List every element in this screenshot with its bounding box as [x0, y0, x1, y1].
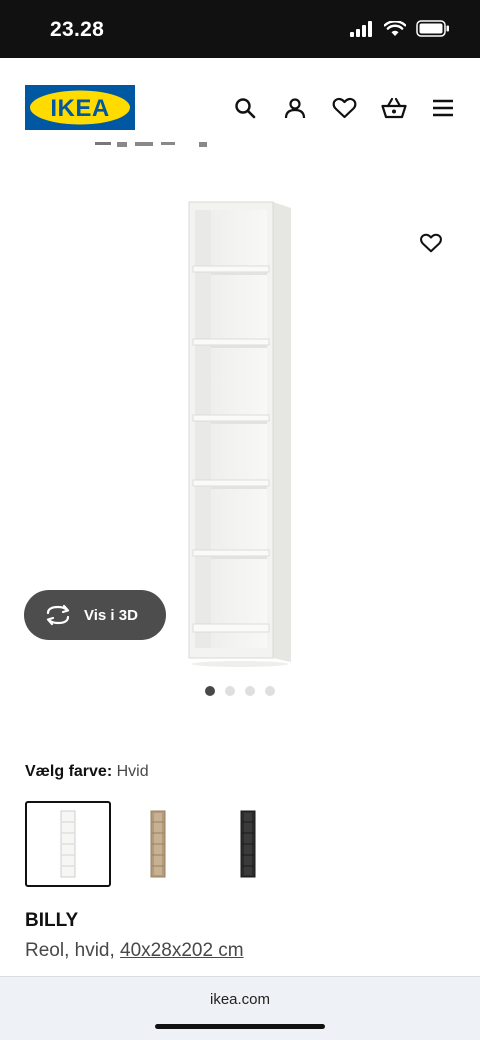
search-icon — [235, 98, 256, 119]
battery-icon — [416, 20, 449, 37]
product-description-text: Reol, hvid, — [25, 940, 121, 961]
site-header: IKEA — [0, 58, 480, 154]
product-measurements-link[interactable]: 40x28x202 cm — [120, 940, 244, 961]
ikea-logo[interactable]: IKEA — [25, 85, 135, 130]
status-icons — [350, 20, 450, 37]
product-description: Reol, hvid, 40x28x202 cm — [25, 940, 244, 962]
color-label: Vælg farve: — [25, 763, 113, 780]
product-name: BILLY — [25, 910, 79, 931]
rotate-3d-icon — [46, 604, 70, 626]
swatch-black-brown[interactable] — [205, 801, 291, 887]
home-indicator[interactable] — [155, 1024, 325, 1029]
heart-icon — [420, 233, 442, 253]
view-in-3d-label: Vis i 3D — [84, 606, 138, 624]
basket-icon — [381, 97, 407, 119]
profile-icon — [284, 98, 306, 119]
search-button[interactable] — [230, 93, 260, 123]
status-time: 23.28 — [50, 18, 105, 41]
wishlist-button[interactable] — [329, 93, 359, 123]
color-picker-label: Vælg farve: Hvid — [25, 763, 149, 781]
browser-address-bar: ikea.com — [0, 976, 480, 1040]
gallery-pagination — [205, 686, 275, 696]
gallery-dot-2[interactable] — [225, 686, 235, 696]
product-gallery[interactable]: Vis i 3D — [0, 160, 480, 720]
selected-color: Hvid — [116, 763, 149, 780]
browser-url[interactable]: ikea.com — [0, 991, 480, 1008]
gallery-dot-1[interactable] — [205, 686, 215, 696]
cellular-signal-icon — [350, 20, 372, 37]
basket-button[interactable] — [379, 93, 409, 123]
status-bar: 23.28 — [0, 0, 480, 58]
swatch-oak-image — [150, 810, 166, 878]
product-image — [188, 201, 291, 667]
swatch-black-brown-image — [240, 810, 256, 878]
header-icons — [230, 93, 460, 123]
swatch-oak[interactable] — [115, 801, 201, 887]
add-to-favorites-button[interactable] — [416, 228, 446, 258]
swatch-white-image — [60, 810, 76, 878]
view-in-3d-button[interactable]: Vis i 3D — [24, 590, 166, 640]
menu-button[interactable] — [428, 93, 458, 123]
swatch-white[interactable] — [25, 801, 111, 887]
color-swatches — [25, 801, 325, 887]
gallery-dot-3[interactable] — [245, 686, 255, 696]
heart-icon — [332, 97, 356, 119]
gallery-dot-4[interactable] — [265, 686, 275, 696]
profile-button[interactable] — [280, 93, 310, 123]
scrolled-text-fragment — [95, 142, 215, 158]
wifi-icon — [384, 20, 406, 36]
menu-icon — [433, 99, 453, 117]
ikea-logo-text: IKEA — [50, 95, 109, 122]
